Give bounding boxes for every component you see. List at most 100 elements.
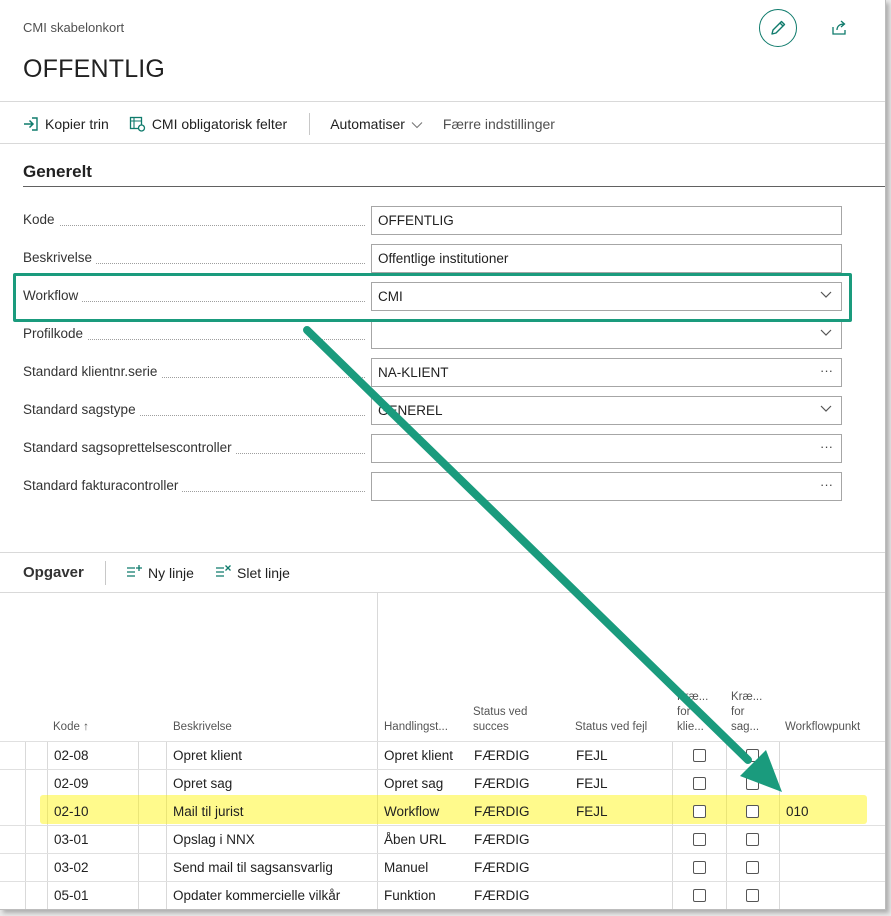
field-fakturacontroller: Standard fakturacontroller ···: [23, 472, 843, 502]
chevron-down-icon: [411, 116, 423, 132]
field-label: Kode: [23, 212, 59, 227]
cell-beskrivelse[interactable]: Opdater kommercielle vilkår: [173, 888, 340, 903]
require-client-checkbox[interactable]: [693, 861, 706, 874]
cell-kode[interactable]: 02-09: [54, 776, 89, 791]
field-sagstype: Standard sagstype GENEREL: [23, 396, 843, 426]
require-client-checkbox[interactable]: [693, 833, 706, 846]
cell-status-succes[interactable]: FÆRDIG: [474, 860, 530, 875]
table-row[interactable]: 02-09 Opret sag Opret sag FÆRDIG FEJL: [0, 769, 885, 797]
fewer-options-button[interactable]: Færre indstillinger: [443, 116, 555, 132]
table-row[interactable]: 03-02 Send mail til sagsansvarlig Manuel…: [0, 853, 885, 881]
new-line-button[interactable]: Ny linje: [126, 564, 194, 582]
edit-button[interactable]: [759, 9, 797, 47]
invoice-controller-input[interactable]: ···: [371, 472, 842, 501]
table-gear-icon: [129, 116, 146, 132]
cell-handling[interactable]: Åben URL: [384, 832, 446, 847]
column-header-status-succes[interactable]: Status ved succes: [473, 705, 527, 735]
toolbar-separator: [309, 113, 311, 135]
cell-status-succes[interactable]: FÆRDIG: [474, 776, 530, 791]
ellipsis-icon[interactable]: ···: [820, 363, 833, 378]
require-client-checkbox[interactable]: [693, 805, 706, 818]
delete-line-button[interactable]: Slet linje: [215, 564, 290, 582]
field-kode: Kode OFFENTLIG: [23, 206, 843, 236]
copy-steps-label: Kopier trin: [45, 116, 109, 132]
toolbar-separator: [105, 561, 106, 585]
share-button[interactable]: [829, 17, 851, 39]
section-rule: [23, 186, 885, 187]
require-case-checkbox[interactable]: [746, 777, 759, 790]
cell-handling[interactable]: Opret sag: [384, 776, 443, 791]
field-label: Standard klientnr.serie: [23, 364, 162, 379]
cell-workflowpunkt[interactable]: 010: [786, 804, 809, 819]
kode-input[interactable]: OFFENTLIG: [371, 206, 842, 235]
cell-beskrivelse[interactable]: Opslag i NNX: [173, 832, 255, 847]
cell-status-succes[interactable]: FÆRDIG: [474, 888, 530, 903]
cell-status-fejl[interactable]: FEJL: [576, 804, 608, 819]
field-beskrivelse: Beskrivelse Offentlige institutioner: [23, 244, 843, 274]
field-label: Standard sagsoprettelsescontroller: [23, 440, 236, 455]
cell-handling[interactable]: Funktion: [384, 888, 436, 903]
chevron-down-icon[interactable]: [819, 325, 833, 342]
cell-handling[interactable]: Workflow: [384, 804, 439, 819]
profile-code-select[interactable]: [371, 320, 842, 349]
sign-in-arrow-icon: [23, 116, 39, 132]
require-case-checkbox[interactable]: [746, 889, 759, 902]
column-header-handling[interactable]: Handlingst...: [384, 720, 448, 735]
automate-menu[interactable]: Automatiser: [330, 116, 423, 132]
cell-kode[interactable]: 03-01: [54, 832, 89, 847]
column-header-workflowpunkt[interactable]: Workflowpunkt: [785, 720, 860, 735]
divider: [0, 552, 885, 553]
ellipsis-icon[interactable]: ···: [820, 477, 833, 492]
table-row[interactable]: 05-01 Opdater kommercielle vilkår Funkti…: [0, 881, 885, 909]
breadcrumb[interactable]: CMI skabelonkort: [23, 20, 124, 35]
field-sagsoprettelsescontroller: Standard sagsoprettelsescontroller ···: [23, 434, 843, 464]
column-header-kraev-klient[interactable]: Kræ... for klie...: [677, 690, 708, 735]
table-row[interactable]: 02-08 Opret klient Opret klient FÆRDIG F…: [0, 741, 885, 769]
cell-kode[interactable]: 02-08: [54, 748, 89, 763]
cell-kode[interactable]: 02-10: [54, 804, 89, 819]
cell-kode[interactable]: 03-02: [54, 860, 89, 875]
cell-handling[interactable]: Opret klient: [384, 748, 453, 763]
description-input[interactable]: Offentlige institutioner: [371, 244, 842, 273]
require-client-checkbox[interactable]: [693, 749, 706, 762]
require-client-checkbox[interactable]: [693, 777, 706, 790]
cell-handling[interactable]: Manuel: [384, 860, 428, 875]
cell-status-succes[interactable]: FÆRDIG: [474, 832, 530, 847]
column-header-status-fejl[interactable]: Status ved fejl: [575, 720, 647, 735]
cell-status-fejl[interactable]: FEJL: [576, 748, 608, 763]
field-klientnr-serie: Standard klientnr.serie NA-KLIENT ···: [23, 358, 843, 388]
case-type-select[interactable]: GENEREL: [371, 396, 842, 425]
column-header-kode[interactable]: Kode ↑: [53, 720, 89, 735]
require-client-checkbox[interactable]: [693, 889, 706, 902]
cell-status-succes[interactable]: FÆRDIG: [474, 804, 530, 819]
require-case-checkbox[interactable]: [746, 861, 759, 874]
cell-status-fejl[interactable]: FEJL: [576, 776, 608, 791]
cell-beskrivelse[interactable]: Send mail til sagsansvarlig: [173, 860, 333, 875]
cell-status-succes[interactable]: FÆRDIG: [474, 748, 530, 763]
copy-steps-button[interactable]: Kopier trin: [23, 116, 109, 132]
column-header-kraev-sag[interactable]: Kræ... for sag...: [731, 690, 762, 735]
section-title-general[interactable]: Generelt: [23, 162, 92, 182]
client-series-input[interactable]: NA-KLIENT ···: [371, 358, 842, 387]
chevron-down-icon[interactable]: [819, 401, 833, 418]
fewer-options-label: Færre indstillinger: [442, 116, 555, 132]
require-case-checkbox[interactable]: [746, 805, 759, 818]
table-row-selected[interactable]: 02-10 Mail til jurist Workflow FÆRDIG FE…: [0, 797, 885, 825]
column-header-beskrivelse[interactable]: Beskrivelse: [173, 720, 232, 735]
mandatory-fields-button[interactable]: CMI obligatorisk felter: [129, 116, 287, 132]
field-label: Standard fakturacontroller: [23, 478, 183, 493]
table-row[interactable]: 03-01 Opslag i NNX Åben URL FÆRDIG: [0, 825, 885, 853]
case-controller-input[interactable]: ···: [371, 434, 842, 463]
divider: [0, 143, 885, 144]
cell-beskrivelse[interactable]: Opret klient: [173, 748, 242, 763]
tasks-title[interactable]: Opgaver: [23, 564, 84, 581]
cell-beskrivelse[interactable]: Mail til jurist: [173, 804, 244, 819]
automate-label: Automatiser: [330, 116, 405, 132]
cell-beskrivelse[interactable]: Opret sag: [173, 776, 232, 791]
cell-kode[interactable]: 05-01: [54, 888, 89, 903]
require-case-checkbox[interactable]: [746, 833, 759, 846]
ellipsis-icon[interactable]: ···: [820, 439, 833, 454]
pencil-icon: [771, 20, 786, 35]
share-icon: [832, 20, 846, 35]
require-case-checkbox[interactable]: [746, 749, 759, 762]
